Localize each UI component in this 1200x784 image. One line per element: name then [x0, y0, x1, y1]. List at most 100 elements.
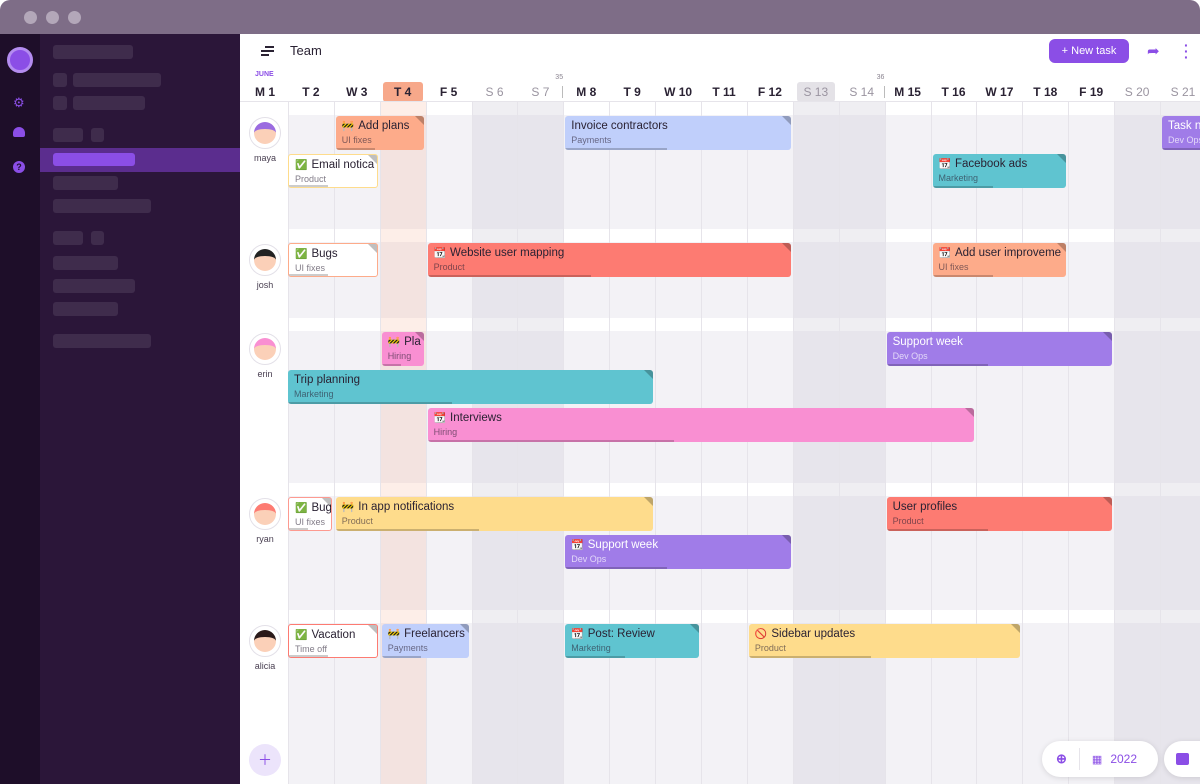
day-header[interactable]: W 17: [976, 82, 1022, 102]
task-bar[interactable]: 📆 Support week Dev Ops: [565, 535, 791, 569]
task-project: Product: [754, 643, 786, 653]
resize-corner: [781, 116, 791, 125]
day-header[interactable]: M 8: [563, 82, 609, 102]
share-icon[interactable]: ➦: [1147, 42, 1160, 60]
column-line: [746, 102, 748, 784]
task-project: Marketing: [294, 389, 334, 399]
day-header[interactable]: S 21: [1160, 82, 1200, 102]
window-close-button[interactable]: [24, 11, 37, 24]
task-bar[interactable]: ✅ Email notica Product: [288, 154, 378, 188]
sidebar-placeholder: [53, 334, 151, 348]
task-bar[interactable]: 🚫 Sidebar updates Product: [748, 624, 1021, 658]
task-title-text: Support week: [587, 539, 659, 551]
task-bar[interactable]: 📆 Post: Review Marketing: [565, 624, 699, 658]
task-title-text: In app notifications: [358, 501, 455, 513]
day-header[interactable]: W 3: [334, 82, 380, 102]
window-minimize-button[interactable]: [46, 11, 59, 24]
add-person-button[interactable]: ＋: [249, 744, 281, 776]
day-header[interactable]: S 20: [1114, 82, 1160, 102]
day-header[interactable]: M 1: [242, 82, 288, 102]
day-header[interactable]: T 4: [382, 82, 423, 102]
sidebar-placeholder: [73, 96, 145, 110]
avatar[interactable]: [249, 333, 281, 365]
day-header[interactable]: S 7: [517, 82, 563, 102]
avatar[interactable]: [249, 244, 281, 276]
team-icon[interactable]: [13, 127, 25, 137]
sidebar-item-team[interactable]: [40, 148, 240, 172]
resize-corner: [1011, 624, 1021, 633]
task-bar[interactable]: 📆 Facebook ads Marketing: [932, 154, 1067, 188]
help-icon[interactable]: ?: [13, 161, 25, 173]
task-bar[interactable]: Trip planning Marketing: [288, 370, 654, 404]
task-project: UI fixes: [295, 517, 326, 527]
avatar[interactable]: [249, 625, 281, 657]
task-title: 📆 Support week: [571, 539, 785, 551]
divider: [1078, 748, 1080, 770]
task-project: UI fixes: [341, 135, 372, 145]
day-header[interactable]: T 9: [609, 82, 655, 102]
task-bar[interactable]: Invoice contractors Payments: [565, 116, 791, 150]
new-task-button[interactable]: + New task: [1049, 39, 1129, 63]
avatar[interactable]: [249, 117, 281, 149]
window-maximize-button[interactable]: [68, 11, 81, 24]
task-project: Marketing: [571, 643, 611, 653]
task-bar[interactable]: User profiles Product: [886, 497, 1113, 531]
task-bar[interactable]: Support week Dev Ops: [886, 332, 1113, 366]
zoom-in-icon[interactable]: ⊕: [1056, 751, 1067, 767]
task-title: 🚧 In app notifications: [342, 501, 647, 513]
day-header[interactable]: S 13: [796, 82, 835, 102]
task-progress: [932, 275, 993, 277]
task-title-text: Website user mapping: [450, 247, 565, 259]
task-status-icon: 🚧: [387, 337, 401, 348]
task-status-icon: ✅: [295, 503, 308, 514]
task-bar[interactable]: ✅ Bugs UI fixes: [288, 243, 378, 277]
day-header[interactable]: T 2: [288, 82, 334, 102]
week-separator: [883, 86, 885, 98]
task-title-text: Add plans: [358, 120, 410, 132]
day-header[interactable]: S 14: [839, 82, 885, 102]
column-line: [701, 102, 702, 784]
day-header[interactable]: F 12: [747, 82, 793, 102]
task-bar[interactable]: 📆 Add user improveme UI fixes: [932, 243, 1067, 277]
settings-icon[interactable]: ⚙: [13, 95, 25, 111]
day-header[interactable]: T 16: [931, 82, 977, 102]
task-bar[interactable]: ✅ Vacation Time off: [288, 624, 378, 658]
weekend-column: [838, 102, 885, 784]
resize-corner: [781, 243, 791, 252]
task-title-text: Interviews: [450, 412, 502, 424]
day-header[interactable]: F 19: [1068, 82, 1114, 102]
sidebar-placeholder: [53, 73, 67, 87]
avatar[interactable]: [249, 498, 281, 530]
menu-toggle-icon[interactable]: [261, 46, 274, 56]
day-header[interactable]: T 18: [1022, 82, 1068, 102]
task-project: Product: [341, 516, 373, 526]
task-title-text: Task n: [1168, 120, 1200, 132]
task-bar[interactable]: 🚧 Freelancers Payments: [381, 624, 470, 658]
day-header[interactable]: S 6: [472, 82, 518, 102]
archive-button[interactable]: [1164, 741, 1200, 777]
task-bar[interactable]: 📆 Interviews Hiring: [427, 408, 975, 442]
day-header[interactable]: F 5: [426, 82, 472, 102]
task-bar[interactable]: 🚧 Pla Hiring: [381, 332, 424, 366]
task-bar[interactable]: 📆 Website user mapping Product: [427, 243, 791, 277]
app-logo-icon[interactable]: [7, 47, 33, 73]
task-bar[interactable]: 🚧 In app notifications Product: [335, 497, 654, 531]
day-header[interactable]: M 15: [885, 82, 931, 102]
day-header[interactable]: W 10: [655, 82, 701, 102]
icon-rail: ⚙ ?: [0, 34, 40, 784]
day-header[interactable]: T 11: [701, 82, 747, 102]
task-project: Dev Ops: [1168, 135, 1200, 145]
task-title: 🚧 Freelancers: [388, 628, 465, 640]
task-title: 📆 Post: Review: [571, 628, 693, 640]
week-separator: [562, 86, 564, 98]
task-status-icon: ✅: [295, 249, 308, 260]
task-bar[interactable]: Task n Dev Ops: [1162, 116, 1200, 150]
more-options-icon[interactable]: · · ·: [1184, 38, 1189, 64]
task-bar[interactable]: 🚧 Add plans UI fixes: [335, 116, 424, 150]
task-title-text: Add user improveme: [954, 247, 1062, 259]
task-bar[interactable]: ✅ Bug UI fixes: [288, 497, 332, 531]
sidebar-placeholder: [53, 256, 118, 270]
column-line: [976, 102, 978, 784]
avatar-face-icon: [254, 249, 276, 271]
year-selector[interactable]: 2022: [1110, 752, 1137, 766]
